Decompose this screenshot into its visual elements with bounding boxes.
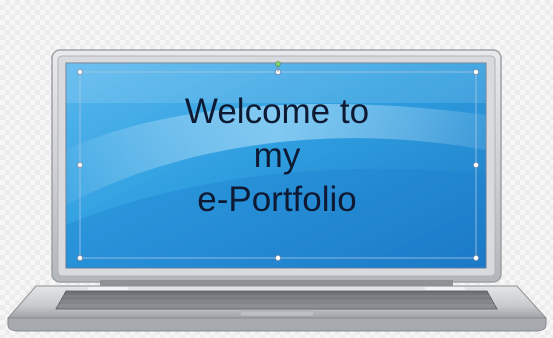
screen-message: Welcome to my e-Portfolio bbox=[72, 78, 482, 258]
laptop-base bbox=[6, 285, 548, 332]
welcome-line-2: my bbox=[253, 136, 301, 175]
welcome-line-1: Welcome to bbox=[184, 92, 370, 131]
laptop-hinge bbox=[100, 280, 453, 286]
welcome-line-3: e-Portfolio bbox=[197, 180, 357, 219]
canvas: Welcome to my e-Portfolio bbox=[0, 0, 553, 338]
trackpad bbox=[239, 310, 315, 317]
keyboard bbox=[55, 290, 498, 310]
